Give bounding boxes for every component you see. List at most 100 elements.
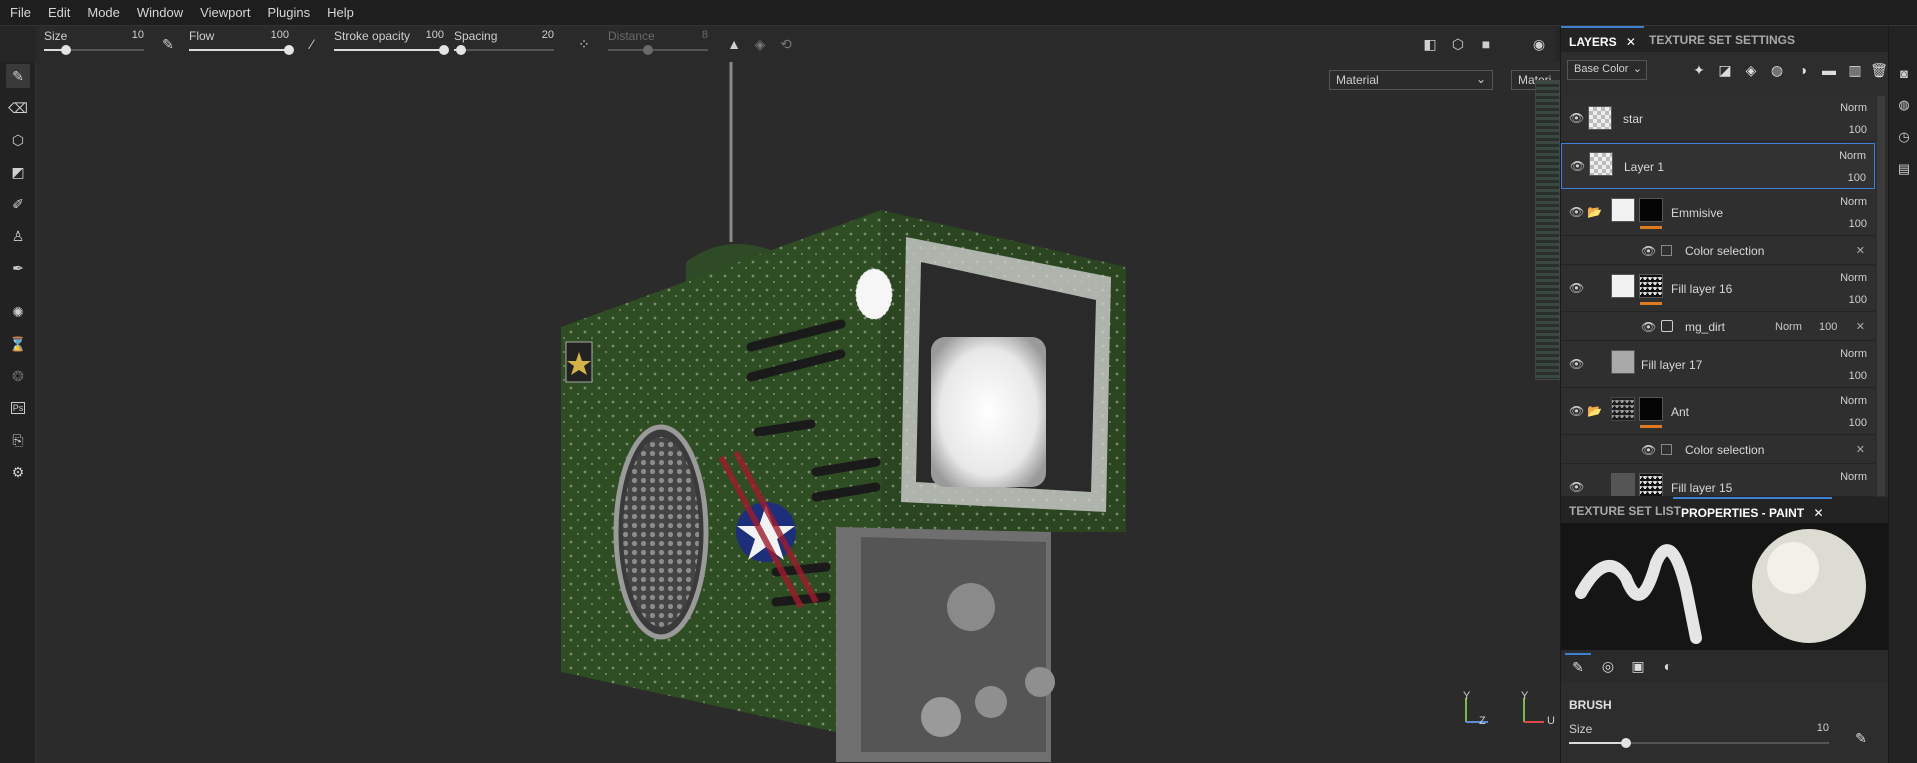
blend-mode[interactable]: Norm bbox=[1840, 102, 1867, 114]
display-mode-icon[interactable]: ◧ bbox=[1420, 34, 1440, 54]
effect-row-mg-dirt[interactable]: 👁 mg_dirt Norm 100 ✕ bbox=[1561, 313, 1875, 341]
stroke-opacity-track[interactable] bbox=[334, 45, 449, 55]
layer-name[interactable]: star bbox=[1623, 112, 1643, 126]
menu-file[interactable]: File bbox=[6, 5, 44, 20]
eye-icon[interactable]: 👁 bbox=[1641, 245, 1657, 257]
blend-mode[interactable]: Norm bbox=[1839, 150, 1866, 162]
uv-viewport-strip[interactable] bbox=[1535, 80, 1560, 380]
mask-thumbnail[interactable] bbox=[1639, 473, 1663, 496]
add-fill-layer-icon[interactable]: ◍ bbox=[1767, 60, 1787, 80]
eye-icon[interactable]: 👁 bbox=[1569, 481, 1585, 493]
material-dropdown[interactable]: Material ⌄ bbox=[1329, 70, 1493, 90]
effect-row-color-selection[interactable]: 👁 Color selection ✕ bbox=[1561, 237, 1875, 265]
layer-row-ant[interactable]: 👁 📂 Ant Norm 100 bbox=[1561, 389, 1875, 435]
screenshot-icon[interactable]: ◉ bbox=[1529, 34, 1549, 54]
close-icon[interactable]: ✕ bbox=[1856, 320, 1865, 333]
eye-icon[interactable]: 👁 bbox=[1569, 282, 1585, 294]
radio-model[interactable] bbox=[36, 62, 1560, 763]
brush-size-value[interactable]: 10 bbox=[1817, 722, 1829, 734]
eye-icon[interactable]: 👁 bbox=[1569, 206, 1585, 218]
eye-icon[interactable]: 👁 bbox=[1641, 444, 1657, 456]
stroke-opacity-slider[interactable]: Stroke opacity 100 bbox=[334, 26, 449, 62]
tab-texture-set-list[interactable]: TEXTURE SET LIST bbox=[1561, 497, 1689, 523]
layer-opacity[interactable]: 100 bbox=[1849, 417, 1867, 429]
layer-opacity[interactable]: 100 bbox=[1819, 321, 1837, 333]
lazy-mouse-icon[interactable]: ⁘ bbox=[574, 34, 594, 54]
close-icon[interactable]: ✕ bbox=[1813, 506, 1823, 520]
mask-thumbnail[interactable] bbox=[1639, 274, 1663, 298]
size-knob[interactable] bbox=[61, 45, 71, 55]
eye-icon[interactable]: 👁 bbox=[1569, 112, 1585, 124]
blend-mode[interactable]: Norm bbox=[1840, 471, 1867, 483]
channel-dropdown[interactable]: Base Color ⌄ bbox=[1567, 60, 1647, 80]
layer-name[interactable]: Layer 1 bbox=[1624, 160, 1664, 174]
size-pen-pressure-icon[interactable]: ✎ bbox=[158, 34, 178, 54]
layer-opacity[interactable]: 100 bbox=[1849, 218, 1867, 230]
eye-icon[interactable]: 👁 bbox=[1569, 405, 1585, 417]
add-smart-material-icon[interactable]: ◑ bbox=[1793, 60, 1813, 80]
flow-value[interactable]: 100 bbox=[271, 29, 289, 41]
menu-mode[interactable]: Mode bbox=[83, 5, 133, 20]
layer-name[interactable]: Fill layer 16 bbox=[1671, 282, 1732, 296]
spacing-knob[interactable] bbox=[456, 45, 466, 55]
add-mask-icon[interactable]: ◪ bbox=[1715, 60, 1735, 80]
brush-size-slider[interactable]: Size 10 bbox=[1569, 719, 1829, 755]
layer-opacity[interactable]: 100 bbox=[1849, 124, 1867, 136]
layers-scrollbar[interactable] bbox=[1877, 96, 1885, 496]
brush-tab-icon[interactable]: ✎ bbox=[1565, 653, 1591, 679]
brush-size-track[interactable] bbox=[1569, 738, 1829, 748]
layer-row-star[interactable]: 👁 star Norm 100 bbox=[1561, 96, 1875, 142]
layer-row-fill-layer-15[interactable]: 👁 Fill layer 15 Norm bbox=[1561, 465, 1875, 497]
add-folder-icon[interactable]: ▬ bbox=[1819, 60, 1839, 80]
tab-layers[interactable]: LAYERS ✕ bbox=[1561, 26, 1644, 52]
eye-icon[interactable]: 👁 bbox=[1570, 160, 1586, 172]
size-slider[interactable]: Size 10 bbox=[44, 26, 144, 62]
size-value[interactable]: 10 bbox=[132, 29, 144, 41]
flow-knob[interactable] bbox=[284, 45, 294, 55]
camera-icon[interactable]: ■ bbox=[1476, 34, 1496, 54]
mask-thumbnail[interactable] bbox=[1639, 198, 1663, 222]
blend-mode[interactable]: Norm bbox=[1840, 196, 1867, 208]
layer-opacity[interactable]: 100 bbox=[1848, 172, 1866, 184]
color-picker-icon[interactable]: ✒ bbox=[6, 256, 30, 280]
iray-icon[interactable]: ❂ bbox=[6, 364, 30, 388]
spacing-value[interactable]: 20 bbox=[542, 29, 554, 41]
menu-window[interactable]: Window bbox=[133, 5, 196, 20]
close-icon[interactable]: ✕ bbox=[1626, 35, 1636, 49]
blend-mode[interactable]: Norm bbox=[1840, 272, 1867, 284]
add-effect-icon[interactable]: ✦ bbox=[1689, 60, 1709, 80]
layer-name[interactable]: Ant bbox=[1671, 405, 1689, 419]
effect-name[interactable]: mg_dirt bbox=[1685, 320, 1725, 334]
spacing-track[interactable] bbox=[454, 45, 554, 55]
effect-row-color-selection-2[interactable]: 👁 Color selection ✕ bbox=[1561, 436, 1875, 464]
symmetry-mirror-icon[interactable]: ◈ bbox=[750, 34, 770, 54]
flow-track[interactable] bbox=[189, 45, 294, 55]
size-track[interactable] bbox=[44, 45, 144, 55]
alpha-tab-icon[interactable]: ◎ bbox=[1595, 653, 1621, 679]
trash-icon[interactable]: 🗑 bbox=[1869, 60, 1889, 80]
display-settings-icon[interactable]: ◙ bbox=[1895, 64, 1913, 82]
blend-mode[interactable]: Norm bbox=[1840, 348, 1867, 360]
layer-name[interactable]: Fill layer 15 bbox=[1671, 481, 1732, 495]
view-cube-icon[interactable]: ⬡ bbox=[1448, 34, 1468, 54]
layer-name[interactable]: Fill layer 17 bbox=[1641, 358, 1702, 372]
viewport-3d[interactable]: Material ⌄ Materi Y Z Y U bbox=[36, 62, 1560, 763]
shader-settings-icon[interactable]: ◍ bbox=[1895, 96, 1913, 114]
effect-name[interactable]: Color selection bbox=[1685, 244, 1764, 258]
pen-pressure-icon[interactable]: ✎ bbox=[1851, 728, 1871, 748]
stroke-opacity-knob[interactable] bbox=[439, 45, 449, 55]
settings-icon[interactable]: ⚙ bbox=[6, 460, 30, 484]
tab-texture-set-settings[interactable]: TEXTURE SET SETTINGS bbox=[1641, 26, 1803, 52]
paint-brush-icon[interactable]: ✎ bbox=[6, 64, 30, 88]
eraser-icon[interactable]: ⌫ bbox=[6, 96, 30, 120]
menu-plugins[interactable]: Plugins bbox=[263, 5, 323, 20]
spacing-slider[interactable]: Spacing 20 bbox=[454, 26, 554, 62]
close-icon[interactable]: ✕ bbox=[1856, 244, 1865, 257]
layer-row-fill-layer-17[interactable]: 👁 Fill layer 17 Norm 100 bbox=[1561, 342, 1875, 388]
hourglass-icon[interactable]: ⌛ bbox=[6, 332, 30, 356]
eye-icon[interactable]: 👁 bbox=[1641, 321, 1657, 333]
mask-thumbnail[interactable] bbox=[1639, 397, 1663, 421]
photoshop-export-icon[interactable]: Ps bbox=[6, 396, 30, 420]
brush-size-knob[interactable] bbox=[1621, 738, 1632, 748]
layer-row-emmisive[interactable]: 👁 📂 Emmisive Norm 100 bbox=[1561, 190, 1875, 236]
